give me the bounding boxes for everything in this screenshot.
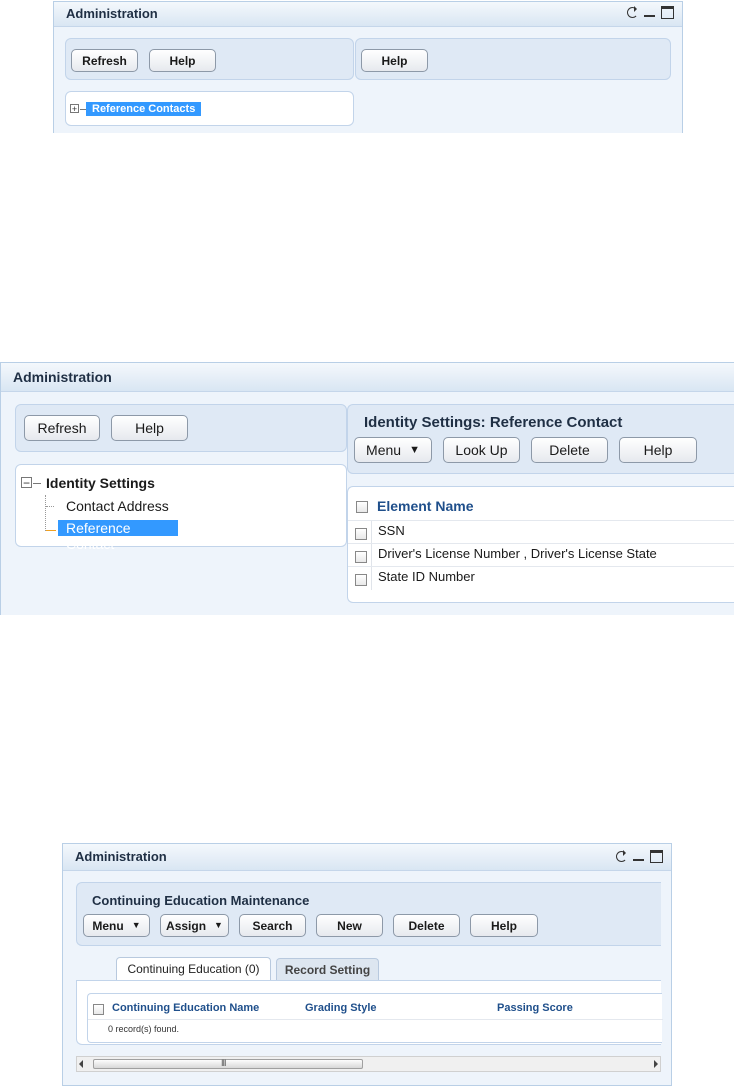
table-header-row: Element Name <box>348 487 734 520</box>
row-checkbox[interactable] <box>355 551 367 563</box>
column-header-element-name[interactable]: Element Name <box>377 498 473 514</box>
administration-window-2: Administration Refresh Help − Identity S… <box>0 362 734 615</box>
section-title: Continuing Education Maintenance <box>92 893 310 908</box>
chevron-down-icon: ▼ <box>409 443 420 456</box>
scrollbar-grip: III <box>221 1058 226 1068</box>
tree-child-contact-address[interactable]: Contact Address <box>66 498 169 514</box>
results-table: Continuing Education Name Grading Style … <box>87 993 663 1043</box>
tree-item-reference-contacts[interactable]: Reference Contacts <box>86 102 202 116</box>
window-title: Administration <box>1 363 734 392</box>
refresh-icon[interactable] <box>616 850 627 862</box>
window-title: Administration <box>54 2 682 27</box>
menu-label: Menu <box>366 442 402 458</box>
help-button[interactable]: Help <box>149 49 216 72</box>
row-divider <box>88 1019 663 1020</box>
tree-root-identity-settings[interactable]: Identity Settings <box>46 475 155 491</box>
tree-branch <box>46 530 56 531</box>
assign-button[interactable]: Assign ▼ <box>160 914 229 937</box>
menu-button[interactable]: Menu ▼ <box>354 437 432 463</box>
select-all-checkbox[interactable] <box>93 1004 104 1015</box>
delete-button[interactable]: Delete <box>393 914 460 937</box>
element-name-cell: State ID Number <box>378 569 475 584</box>
scroll-left-icon[interactable] <box>79 1060 83 1068</box>
scroll-right-icon[interactable] <box>654 1060 658 1068</box>
administration-window-1: Administration Refresh Help Help + Refer… <box>53 1 683 133</box>
select-all-checkbox[interactable] <box>356 501 368 513</box>
empty-message: 0 record(s) found. <box>108 1024 180 1034</box>
expand-icon[interactable]: + <box>70 104 79 114</box>
minimize-icon[interactable] <box>632 850 645 863</box>
left-toolbar-panel: Refresh Help <box>65 38 354 80</box>
help-button[interactable]: Help <box>619 437 697 463</box>
help-button-right[interactable]: Help <box>361 49 428 72</box>
maximize-icon[interactable] <box>650 850 663 863</box>
window-title: Administration <box>63 844 671 871</box>
horizontal-scrollbar[interactable]: III <box>76 1056 661 1072</box>
window-controls <box>616 850 663 863</box>
look-up-button[interactable]: Look Up <box>443 437 520 463</box>
right-toolbar-panel: Help <box>355 38 671 80</box>
maximize-icon[interactable] <box>661 6 674 19</box>
help-button[interactable]: Help <box>111 415 188 441</box>
column-header-grading-style[interactable]: Grading Style <box>305 1002 377 1014</box>
table-row: Driver's License Number , Driver's Licen… <box>348 544 734 566</box>
tab-record-setting[interactable]: Record Setting <box>276 958 379 980</box>
tree-panel: + Reference Contacts <box>65 91 354 126</box>
maintenance-header-panel: Continuing Education Maintenance Menu ▼ … <box>76 882 661 946</box>
minimize-icon[interactable] <box>643 6 656 19</box>
table-row: SSN <box>348 521 734 543</box>
tab-continuing-education[interactable]: Continuing Education (0) <box>116 957 271 981</box>
tab-content-panel: Continuing Education Name Grading Style … <box>76 980 663 1045</box>
new-button[interactable]: New <box>316 914 383 937</box>
refresh-button[interactable]: Refresh <box>24 415 100 441</box>
column-header-ce-name[interactable]: Continuing Education Name <box>112 1002 259 1014</box>
element-table: Element Name SSN Driver's License Number… <box>347 486 734 603</box>
refresh-button[interactable]: Refresh <box>71 49 138 72</box>
row-checkbox[interactable] <box>355 574 367 586</box>
collapse-icon[interactable]: − <box>21 477 32 489</box>
delete-button[interactable]: Delete <box>531 437 608 463</box>
window-controls <box>627 6 674 19</box>
scrollbar-thumb[interactable]: III <box>93 1058 363 1069</box>
help-button[interactable]: Help <box>470 914 538 937</box>
tree-branch <box>46 506 54 507</box>
element-name-cell: Driver's License Number , Driver's Licen… <box>378 546 657 561</box>
element-name-cell: SSN <box>378 523 405 538</box>
menu-button[interactable]: Menu ▼ <box>83 914 150 937</box>
chevron-down-icon: ▼ <box>214 920 223 930</box>
assign-label: Assign <box>166 918 207 933</box>
search-button[interactable]: Search <box>239 914 306 937</box>
refresh-icon[interactable] <box>627 6 638 18</box>
detail-title: Identity Settings: Reference Contact <box>364 414 623 431</box>
menu-label: Menu <box>92 918 124 933</box>
chevron-down-icon: ▼ <box>131 920 141 930</box>
tree-panel: − Identity Settings Contact Address Refe… <box>15 464 347 552</box>
left-toolbar-panel: Refresh Help <box>15 404 347 452</box>
detail-header-panel: Identity Settings: Reference Contact Men… <box>347 404 734 474</box>
tree-vertical-line <box>45 495 46 531</box>
administration-window-3: Administration Continuing Education Main… <box>62 843 672 1086</box>
table-row: State ID Number <box>348 567 734 589</box>
tree-child-reference-contact[interactable]: Reference Contact <box>58 520 178 552</box>
tree-connector <box>33 483 41 484</box>
column-header-passing-score[interactable]: Passing Score <box>497 1002 573 1014</box>
row-checkbox[interactable] <box>355 528 367 540</box>
